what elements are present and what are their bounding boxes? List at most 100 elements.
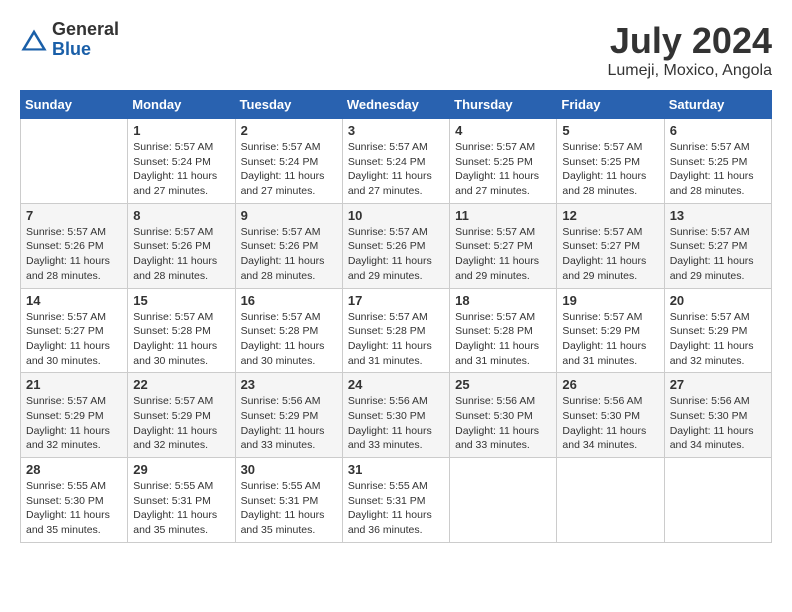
day-info: Sunrise: 5:56 AM Sunset: 5:30 PM Dayligh… — [670, 394, 766, 453]
day-info: Sunrise: 5:57 AM Sunset: 5:27 PM Dayligh… — [26, 310, 122, 369]
day-info: Sunrise: 5:57 AM Sunset: 5:29 PM Dayligh… — [670, 310, 766, 369]
calendar-cell: 1 Sunrise: 5:57 AM Sunset: 5:24 PM Daylig… — [128, 119, 235, 204]
calendar-cell: 23 Sunrise: 5:56 AM Sunset: 5:29 PM Dayli… — [235, 373, 342, 458]
day-number: 22 — [133, 377, 229, 392]
calendar-cell: 5 Sunrise: 5:57 AM Sunset: 5:25 PM Daylig… — [557, 119, 664, 204]
day-info: Sunrise: 5:57 AM Sunset: 5:27 PM Dayligh… — [562, 225, 658, 284]
calendar-cell — [664, 458, 771, 543]
calendar-header-monday: Monday — [128, 91, 235, 119]
day-number: 1 — [133, 123, 229, 138]
calendar-cell: 6 Sunrise: 5:57 AM Sunset: 5:25 PM Daylig… — [664, 119, 771, 204]
day-info: Sunrise: 5:57 AM Sunset: 5:26 PM Dayligh… — [133, 225, 229, 284]
calendar-cell: 24 Sunrise: 5:56 AM Sunset: 5:30 PM Dayli… — [342, 373, 449, 458]
calendar-header-row: SundayMondayTuesdayWednesdayThursdayFrid… — [21, 91, 772, 119]
calendar-cell: 16Sunrise: 5:57 AM Sunset: 5:28 PM Dayli… — [235, 288, 342, 373]
day-info: Sunrise: 5:57 AM Sunset: 5:29 PM Dayligh… — [26, 394, 122, 453]
day-number: 27 — [670, 377, 766, 392]
logo: General Blue — [20, 20, 119, 60]
day-number: 6 — [670, 123, 766, 138]
calendar-week-row: 1 Sunrise: 5:57 AM Sunset: 5:24 PM Daylig… — [21, 119, 772, 204]
day-info: Sunrise: 5:55 AM Sunset: 5:31 PM Dayligh… — [241, 479, 337, 538]
day-info: Sunrise: 5:57 AM Sunset: 5:29 PM Dayligh… — [133, 394, 229, 453]
day-number: 5 — [562, 123, 658, 138]
calendar-week-row: 7 Sunrise: 5:57 AM Sunset: 5:26 PM Daylig… — [21, 203, 772, 288]
day-number: 3 — [348, 123, 444, 138]
day-info: Sunrise: 5:57 AM Sunset: 5:26 PM Dayligh… — [348, 225, 444, 284]
calendar-header-wednesday: Wednesday — [342, 91, 449, 119]
calendar-cell: 9Sunrise: 5:57 AM Sunset: 5:26 PM Daylig… — [235, 203, 342, 288]
day-number: 28 — [26, 462, 122, 477]
day-number: 24 — [348, 377, 444, 392]
day-number: 15 — [133, 293, 229, 308]
day-info: Sunrise: 5:56 AM Sunset: 5:30 PM Dayligh… — [562, 394, 658, 453]
day-info: Sunrise: 5:57 AM Sunset: 5:26 PM Dayligh… — [26, 225, 122, 284]
calendar-cell: 13 Sunrise: 5:57 AM Sunset: 5:27 PM Dayli… — [664, 203, 771, 288]
day-info: Sunrise: 5:57 AM Sunset: 5:25 PM Dayligh… — [670, 140, 766, 199]
calendar-cell: 31Sunrise: 5:55 AM Sunset: 5:31 PM Dayli… — [342, 458, 449, 543]
title-block: July 2024 Lumeji, Moxico, Angola — [607, 20, 772, 80]
calendar-cell — [21, 119, 128, 204]
day-info: Sunrise: 5:57 AM Sunset: 5:28 PM Dayligh… — [133, 310, 229, 369]
day-info: Sunrise: 5:57 AM Sunset: 5:27 PM Dayligh… — [455, 225, 551, 284]
calendar-cell: 19 Sunrise: 5:57 AM Sunset: 5:29 PM Dayli… — [557, 288, 664, 373]
day-number: 10 — [348, 208, 444, 223]
logo-text: General Blue — [52, 20, 119, 60]
page-header: General Blue July 2024 Lumeji, Moxico, A… — [20, 20, 772, 80]
day-info: Sunrise: 5:56 AM Sunset: 5:29 PM Dayligh… — [241, 394, 337, 453]
calendar-cell: 17 Sunrise: 5:57 AM Sunset: 5:28 PM Dayli… — [342, 288, 449, 373]
day-number: 19 — [562, 293, 658, 308]
logo-general: General — [52, 20, 119, 40]
day-info: Sunrise: 5:57 AM Sunset: 5:25 PM Dayligh… — [562, 140, 658, 199]
day-number: 4 — [455, 123, 551, 138]
day-info: Sunrise: 5:55 AM Sunset: 5:30 PM Dayligh… — [26, 479, 122, 538]
calendar-cell: 25Sunrise: 5:56 AM Sunset: 5:30 PM Dayli… — [450, 373, 557, 458]
calendar-cell: 11 Sunrise: 5:57 AM Sunset: 5:27 PM Dayli… — [450, 203, 557, 288]
day-info: Sunrise: 5:55 AM Sunset: 5:31 PM Dayligh… — [348, 479, 444, 538]
day-info: Sunrise: 5:57 AM Sunset: 5:28 PM Dayligh… — [455, 310, 551, 369]
logo-blue: Blue — [52, 40, 119, 60]
month-year-title: July 2024 — [607, 20, 772, 62]
day-number: 2 — [241, 123, 337, 138]
day-number: 11 — [455, 208, 551, 223]
day-number: 9 — [241, 208, 337, 223]
calendar-cell: 27 Sunrise: 5:56 AM Sunset: 5:30 PM Dayli… — [664, 373, 771, 458]
day-number: 17 — [348, 293, 444, 308]
day-number: 14 — [26, 293, 122, 308]
calendar-header-saturday: Saturday — [664, 91, 771, 119]
calendar-cell: 21 Sunrise: 5:57 AM Sunset: 5:29 PM Dayli… — [21, 373, 128, 458]
day-info: Sunrise: 5:56 AM Sunset: 5:30 PM Dayligh… — [348, 394, 444, 453]
calendar-header-thursday: Thursday — [450, 91, 557, 119]
day-info: Sunrise: 5:57 AM Sunset: 5:27 PM Dayligh… — [670, 225, 766, 284]
day-number: 29 — [133, 462, 229, 477]
day-number: 16 — [241, 293, 337, 308]
day-info: Sunrise: 5:57 AM Sunset: 5:28 PM Dayligh… — [348, 310, 444, 369]
logo-icon — [20, 26, 48, 54]
day-info: Sunrise: 5:55 AM Sunset: 5:31 PM Dayligh… — [133, 479, 229, 538]
day-number: 12 — [562, 208, 658, 223]
calendar-cell: 2Sunrise: 5:57 AM Sunset: 5:24 PM Daylig… — [235, 119, 342, 204]
day-info: Sunrise: 5:57 AM Sunset: 5:29 PM Dayligh… — [562, 310, 658, 369]
calendar-cell — [557, 458, 664, 543]
calendar-cell: 3 Sunrise: 5:57 AM Sunset: 5:24 PM Daylig… — [342, 119, 449, 204]
day-info: Sunrise: 5:57 AM Sunset: 5:25 PM Dayligh… — [455, 140, 551, 199]
calendar-week-row: 14 Sunrise: 5:57 AM Sunset: 5:27 PM Dayli… — [21, 288, 772, 373]
calendar-week-row: 21 Sunrise: 5:57 AM Sunset: 5:29 PM Dayli… — [21, 373, 772, 458]
day-number: 8 — [133, 208, 229, 223]
calendar-header-friday: Friday — [557, 91, 664, 119]
calendar-cell: 18 Sunrise: 5:57 AM Sunset: 5:28 PM Dayli… — [450, 288, 557, 373]
day-info: Sunrise: 5:56 AM Sunset: 5:30 PM Dayligh… — [455, 394, 551, 453]
calendar-week-row: 28 Sunrise: 5:55 AM Sunset: 5:30 PM Dayli… — [21, 458, 772, 543]
calendar-cell: 8 Sunrise: 5:57 AM Sunset: 5:26 PM Daylig… — [128, 203, 235, 288]
day-info: Sunrise: 5:57 AM Sunset: 5:24 PM Dayligh… — [348, 140, 444, 199]
day-number: 21 — [26, 377, 122, 392]
day-number: 26 — [562, 377, 658, 392]
day-number: 30 — [241, 462, 337, 477]
calendar-cell: 30 Sunrise: 5:55 AM Sunset: 5:31 PM Dayli… — [235, 458, 342, 543]
day-number: 18 — [455, 293, 551, 308]
day-number: 23 — [241, 377, 337, 392]
day-number: 20 — [670, 293, 766, 308]
location-subtitle: Lumeji, Moxico, Angola — [607, 62, 772, 80]
day-number: 13 — [670, 208, 766, 223]
day-info: Sunrise: 5:57 AM Sunset: 5:24 PM Dayligh… — [133, 140, 229, 199]
day-number: 7 — [26, 208, 122, 223]
